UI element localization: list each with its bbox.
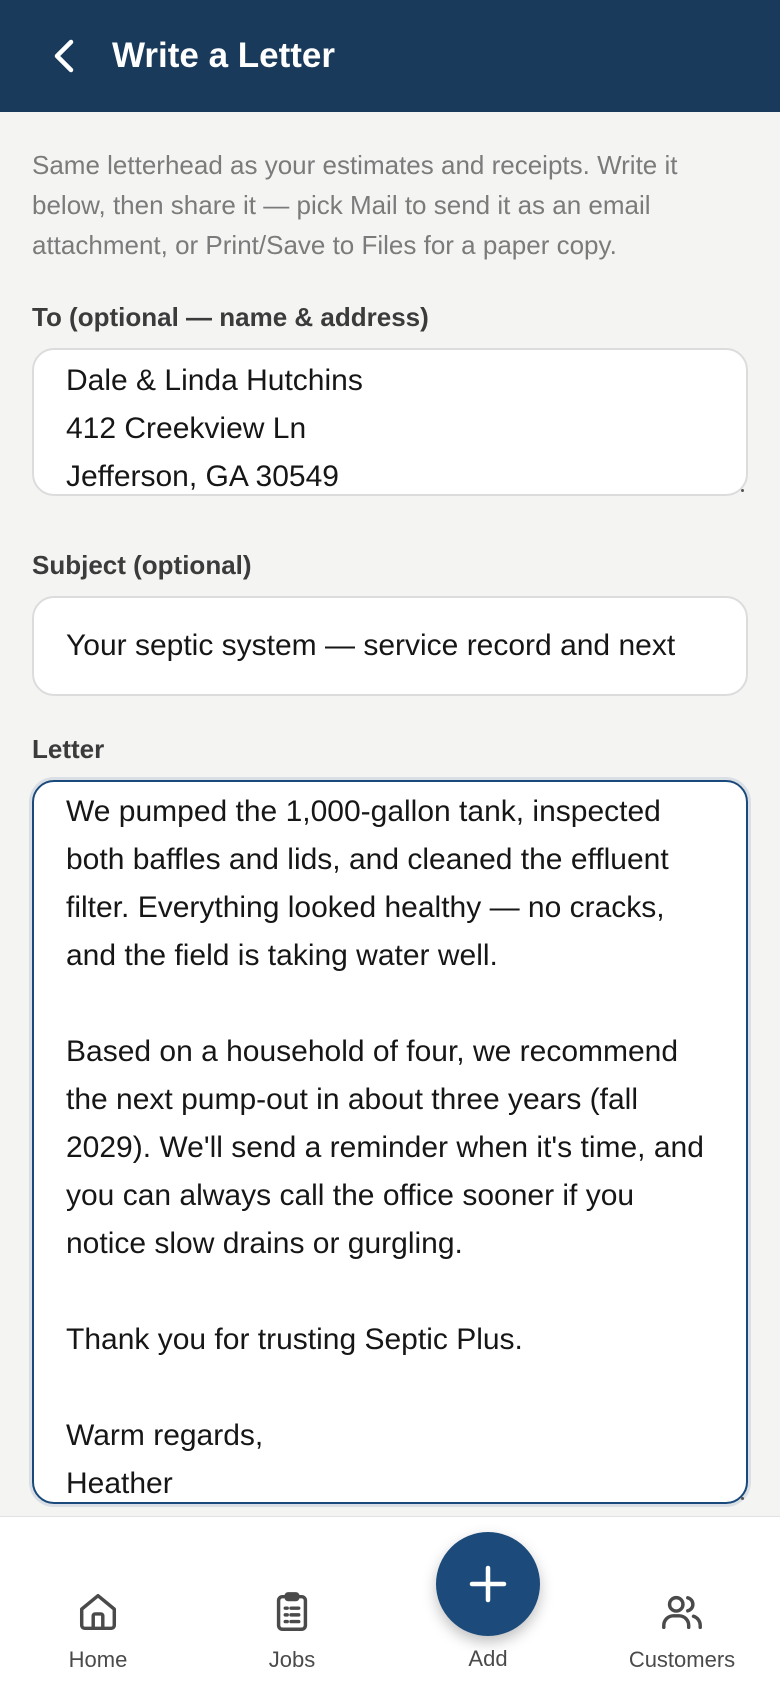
letter-textarea[interactable]: We pumped the 1,000-gallon tank, inspect… — [32, 780, 748, 1504]
tab-customers[interactable]: Customers — [602, 1589, 762, 1673]
tab-jobs-label: Jobs — [268, 1647, 316, 1672]
page-title: Write a Letter — [112, 36, 336, 75]
add-button[interactable] — [436, 1532, 540, 1636]
tab-home-label: Home — [68, 1647, 128, 1672]
plus-icon — [469, 1565, 507, 1603]
bottom-tab-bar: Home Jobs Customers — [0, 1516, 780, 1688]
to-label: To (optional — name & address) — [32, 302, 429, 332]
tab-customers-label: Customers — [628, 1647, 736, 1672]
to-textarea[interactable]: Dale & Linda Hutchins 412 Creekview Ln J… — [32, 348, 748, 496]
subject-input[interactable]: Your septic system — service record and … — [32, 596, 748, 696]
back-button[interactable] — [36, 28, 92, 84]
app-header: Write a Letter — [0, 0, 780, 112]
tab-add-label: Add — [468, 1646, 508, 1671]
clipboard-list-icon — [276, 1592, 308, 1631]
subject-value: Your septic system — service record and … — [66, 629, 676, 662]
tab-jobs[interactable]: Jobs — [212, 1589, 372, 1673]
letter-label: Letter — [32, 734, 105, 764]
tab-home[interactable]: Home — [18, 1589, 178, 1673]
users-icon — [662, 1595, 702, 1630]
intro-text: Same letterhead as your estimates and re… — [32, 150, 678, 260]
home-icon — [79, 1593, 117, 1631]
subject-label: Subject (optional) — [32, 550, 252, 580]
resize-handle[interactable] — [741, 489, 744, 492]
resize-handle[interactable] — [741, 1497, 744, 1500]
chevron-left-icon — [54, 39, 74, 73]
